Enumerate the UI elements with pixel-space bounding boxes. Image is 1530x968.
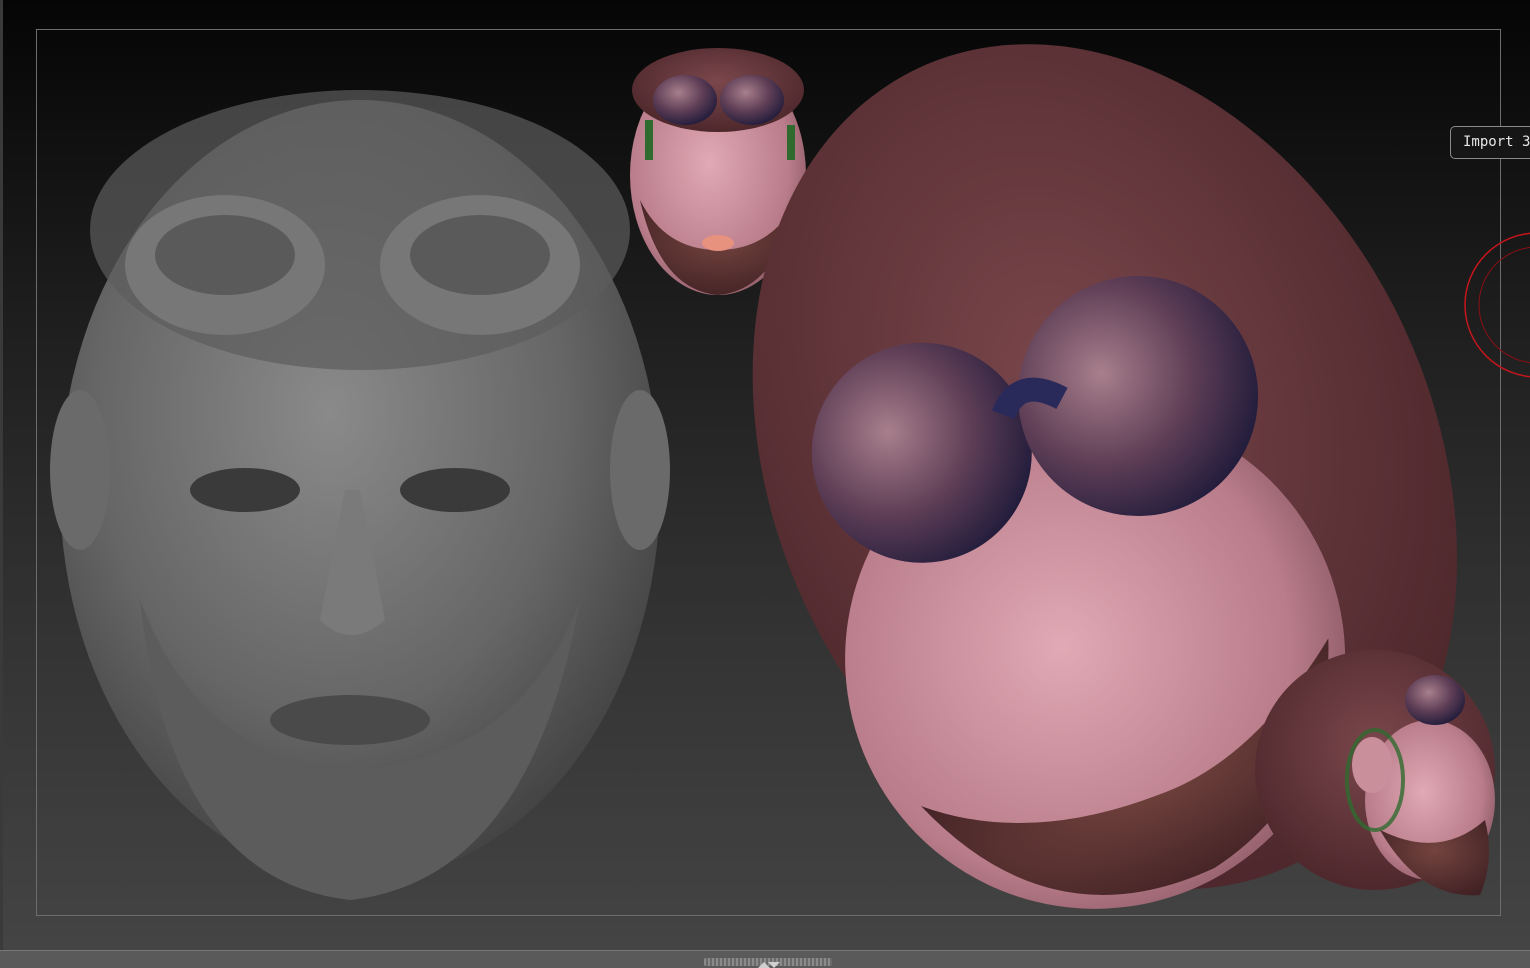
bottom-shelf-bar bbox=[0, 950, 1530, 968]
sculpt-canvas[interactable] bbox=[0, 0, 1530, 950]
import-3d-tooltip: Import 3D bbox=[1450, 126, 1530, 159]
shelf-toggle-arrows-icon[interactable] bbox=[756, 956, 780, 968]
gray-sculpt-head[interactable] bbox=[50, 90, 670, 900]
transpose-gizmo-icon[interactable] bbox=[1462, 230, 1530, 380]
zbrush-viewport-app: Import 3D bbox=[0, 0, 1530, 968]
